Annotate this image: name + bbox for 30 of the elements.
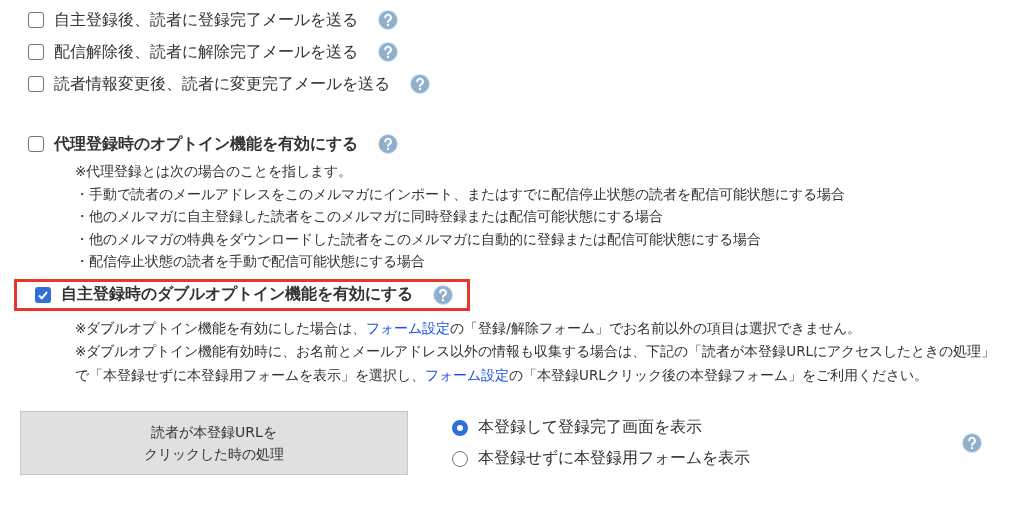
help-icon[interactable] (378, 10, 398, 30)
note-text: ・配信停止状態の読者を手動で配信可能状態にする場合 (75, 252, 426, 272)
note-text: ※ダブルオプトイン機能を有効にした場合は、フォーム設定の「登録/解除フォーム」でお名前以外の項目は選択できません。 (75, 318, 862, 338)
radio-button[interactable] (452, 419, 468, 436)
option-label: 読者情報変更後、読者に変更完了メールを送る (54, 73, 390, 95)
setting-heading: 読者が本登録URLを クリックした時の処理 (20, 411, 408, 476)
help-icon[interactable] (378, 134, 398, 154)
note-text: ・他のメルマガの特典をダウンロードした読者をこのメルマガに自動的に登録または配信可能状態にする場合 (75, 229, 762, 249)
option-label: 本登録して登録完了画面を表示 (478, 417, 702, 439)
checkbox[interactable] (35, 286, 51, 303)
help-icon[interactable] (410, 74, 430, 94)
note-text: ※ダブルオプトイン機能有効時に、お名前とメールアドレス以外の情報も収集する場合は、下記の「読者が本登録URLにアクセスしたときの処理」で「本登録せずに本登録用フォームを表示」を選択し、フォーム設定の「本登録URLクリック後の本登録フォーム」をご利用ください。 (75, 342, 997, 385)
help-icon[interactable] (433, 284, 453, 305)
form-settings-link[interactable]: フォーム設定 (366, 319, 451, 336)
option-label: 自主登録時のダブルオプトイン機能を有効にする (61, 284, 413, 306)
note-text: ・手動で読者のメールアドレスをこのメルマガにインポート、またはすでに配信停止状態の読者を配信可能状態にする場合 (75, 184, 846, 204)
checkbox[interactable] (28, 76, 44, 92)
option-label: 代理登録時のオプトイン機能を有効にする (54, 133, 358, 155)
option-label: 配信解除後、読者に解除完了メールを送る (54, 41, 358, 63)
option-label: 本登録せずに本登録用フォームを表示 (478, 448, 750, 470)
checkbox[interactable] (28, 136, 44, 152)
help-icon[interactable] (962, 433, 982, 454)
help-icon[interactable] (378, 42, 398, 62)
option-label: 自主登録後、読者に登録完了メールを送る (54, 9, 358, 31)
checkbox[interactable] (28, 44, 44, 60)
radio-button[interactable] (452, 450, 468, 467)
checkbox[interactable] (28, 12, 44, 28)
note-text: ※代理登録とは次の場合のことを指します。 (75, 162, 354, 181)
note-text: ・他のメルマガに自主登録した読者をこのメルマガに同時登録または配信可能状態にする場合 (75, 207, 664, 227)
form-settings-link[interactable]: フォーム設定 (425, 366, 509, 383)
